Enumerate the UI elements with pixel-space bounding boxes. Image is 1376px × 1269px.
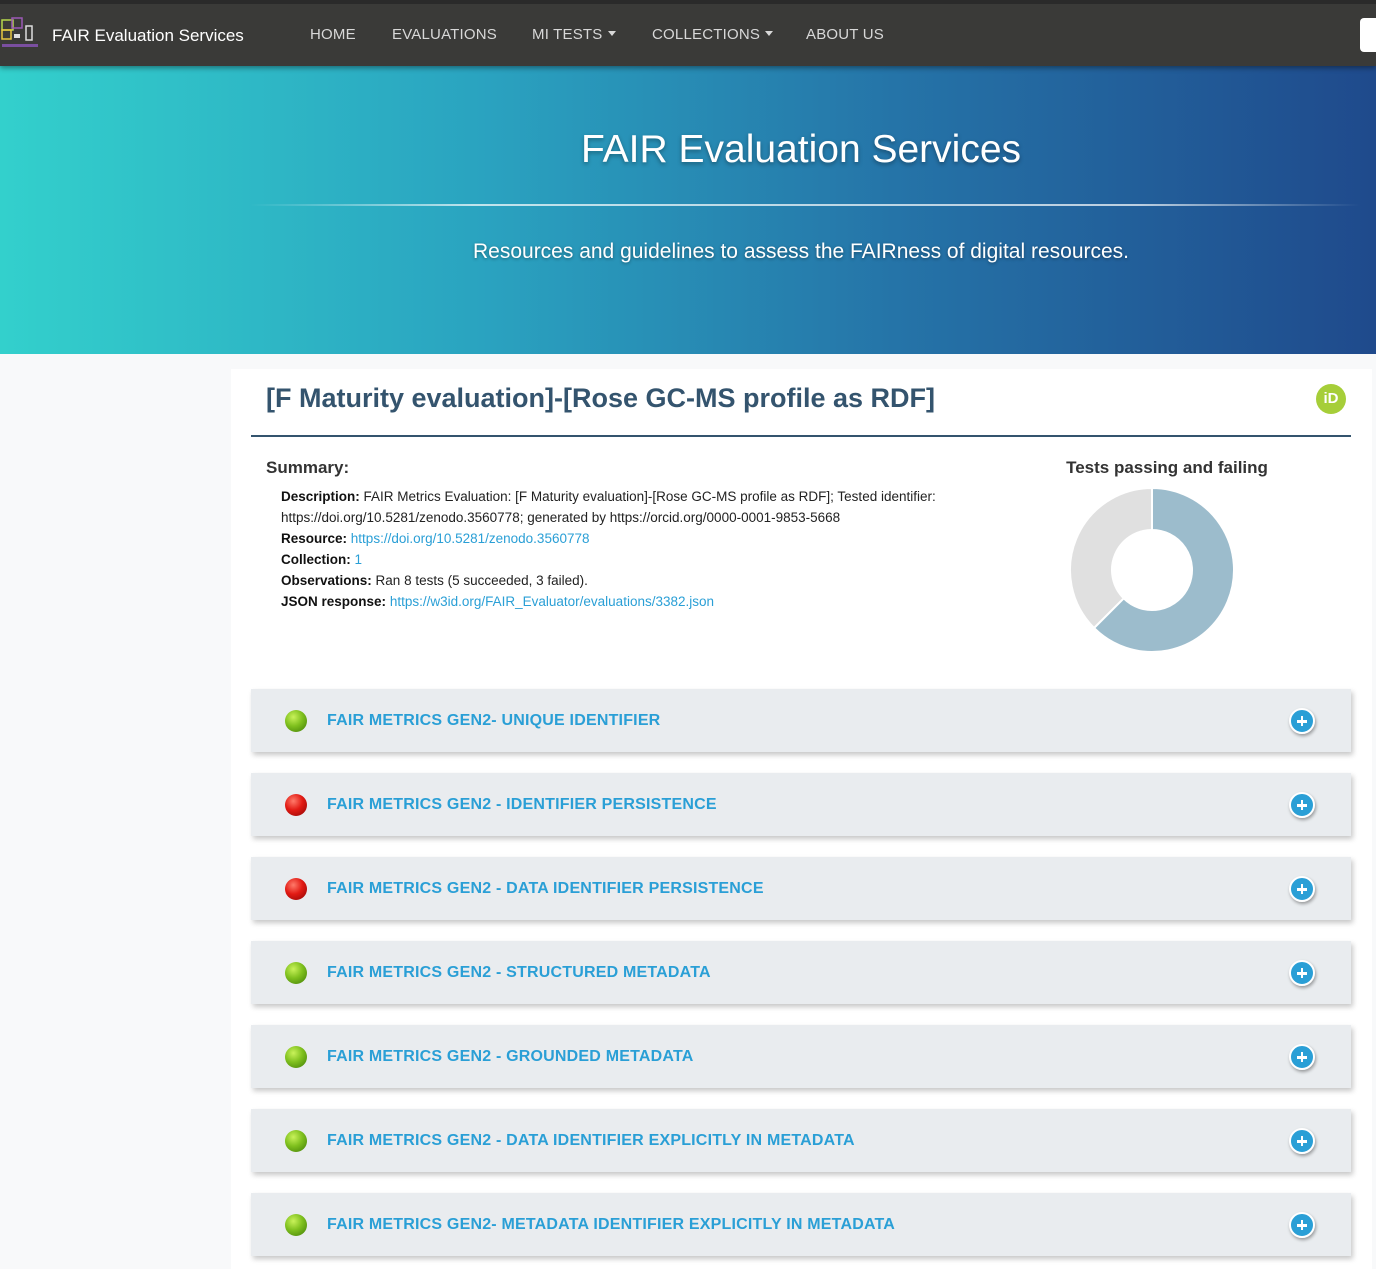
nav-about-us-label: ABOUT US: [806, 26, 885, 43]
chevron-down-icon: [607, 31, 616, 36]
hero-banner: FAIR Evaluation Services Resources and g…: [0, 66, 1376, 354]
json-label: JSON response:: [281, 594, 387, 609]
evaluation-card: [F Maturity evaluation]-[Rose GC-MS prof…: [231, 369, 1372, 1269]
test-label[interactable]: FAIR METRICS GEN2 - GROUNDED METADATA: [327, 1048, 694, 1066]
summary-heading: Summary:: [266, 458, 350, 477]
summary-details: Description: FAIR Metrics Evaluation: [F…: [281, 486, 981, 612]
description-line: Description: FAIR Metrics Evaluation: [F…: [281, 486, 981, 528]
resource-label: Resource:: [281, 531, 348, 546]
nav-about-us[interactable]: ABOUT US: [806, 26, 884, 43]
nav-mi-tests-label: MI TESTS: [532, 26, 603, 43]
test-row[interactable]: FAIR METRICS GEN2- METADATA IDENTIFIER E…: [251, 1193, 1351, 1256]
plus-circle-icon[interactable]: [1289, 708, 1315, 734]
nav-mi-tests[interactable]: MI TESTS: [532, 26, 616, 43]
test-label[interactable]: FAIR METRICS GEN2- UNIQUE IDENTIFIER: [327, 712, 660, 730]
plus-circle-icon[interactable]: [1289, 1128, 1315, 1154]
top-navbar: FAIR Evaluation Services HOME EVALUATION…: [0, 0, 1376, 66]
status-pass-icon: [285, 1130, 307, 1152]
orcid-icon[interactable]: iD: [1316, 384, 1346, 414]
chart-title: Tests passing and failing: [1066, 458, 1268, 477]
nav-evaluations[interactable]: EVALUATIONS: [392, 26, 497, 43]
donut-slice-failing: [1069, 487, 1153, 630]
nav-collections-label: COLLECTIONS: [652, 26, 761, 43]
evaluation-title: [F Maturity evaluation]-[Rose GC-MS prof…: [266, 383, 936, 413]
collection-label: Collection:: [281, 552, 351, 567]
pass-fail-donut-chart: [1069, 487, 1235, 653]
json-line: JSON response: https://w3id.org/FAIR_Eva…: [281, 591, 981, 612]
test-row[interactable]: FAIR METRICS GEN2 - IDENTIFIER PERSISTEN…: [251, 773, 1351, 836]
description-label: Description:: [281, 489, 360, 504]
observations-line: Observations: Ran 8 tests (5 succeeded, …: [281, 570, 981, 591]
status-pass-icon: [285, 962, 307, 984]
test-label[interactable]: FAIR METRICS GEN2 - STRUCTURED METADATA: [327, 964, 711, 982]
observations-label: Observations:: [281, 573, 372, 588]
nav-home[interactable]: HOME: [310, 26, 356, 43]
test-label[interactable]: FAIR METRICS GEN2- METADATA IDENTIFIER E…: [327, 1216, 895, 1234]
status-pass-icon: [285, 710, 307, 732]
hero-subtitle: Resources and guidelines to assess the F…: [472, 240, 1129, 263]
nav-home-label: HOME: [310, 26, 356, 43]
status-pass-icon: [285, 1214, 307, 1236]
test-label[interactable]: FAIR METRICS GEN2 - DATA IDENTIFIER EXPL…: [327, 1132, 855, 1150]
collection-line: Collection: 1: [281, 549, 981, 570]
test-row[interactable]: FAIR METRICS GEN2 - GROUNDED METADATA: [251, 1025, 1351, 1088]
plus-circle-icon[interactable]: [1289, 876, 1315, 902]
chevron-down-icon: [765, 31, 774, 36]
test-row[interactable]: FAIR METRICS GEN2 - STRUCTURED METADATA: [251, 941, 1351, 1004]
resource-line: Resource: https://doi.org/10.5281/zenodo…: [281, 528, 981, 549]
hero-title: FAIR Evaluation Services: [580, 128, 1022, 171]
status-fail-icon: [285, 878, 307, 900]
title-divider: [251, 435, 1351, 437]
test-label[interactable]: FAIR METRICS GEN2 - IDENTIFIER PERSISTEN…: [327, 796, 717, 814]
plus-circle-icon[interactable]: [1289, 1044, 1315, 1070]
fair-logo-icon[interactable]: [0, 16, 40, 56]
nav-evaluations-label: EVALUATIONS: [392, 26, 498, 43]
brand-name[interactable]: FAIR Evaluation Services: [52, 26, 244, 46]
resource-link[interactable]: https://doi.org/10.5281/zenodo.3560778: [351, 531, 590, 546]
test-row[interactable]: FAIR METRICS GEN2 - DATA IDENTIFIER EXPL…: [251, 1109, 1351, 1172]
plus-circle-icon[interactable]: [1289, 960, 1315, 986]
observations-value: Ran 8 tests (5 succeeded, 3 failed).: [375, 573, 588, 588]
plus-circle-icon[interactable]: [1289, 1212, 1315, 1238]
test-row[interactable]: FAIR METRICS GEN2- UNIQUE IDENTIFIER: [251, 689, 1351, 752]
description-value: FAIR Metrics Evaluation: [F Maturity eva…: [281, 489, 936, 525]
status-pass-icon: [285, 1046, 307, 1068]
nav-collections[interactable]: COLLECTIONS: [652, 26, 774, 43]
hero-divider: [250, 204, 1360, 206]
status-fail-icon: [285, 794, 307, 816]
test-label[interactable]: FAIR METRICS GEN2 - DATA IDENTIFIER PERS…: [327, 880, 764, 898]
collection-link[interactable]: 1: [355, 552, 363, 567]
json-link[interactable]: https://w3id.org/FAIR_Evaluator/evaluati…: [390, 594, 714, 609]
plus-circle-icon[interactable]: [1289, 792, 1315, 818]
search-input[interactable]: [1360, 18, 1376, 52]
test-row[interactable]: FAIR METRICS GEN2 - DATA IDENTIFIER PERS…: [251, 857, 1351, 920]
